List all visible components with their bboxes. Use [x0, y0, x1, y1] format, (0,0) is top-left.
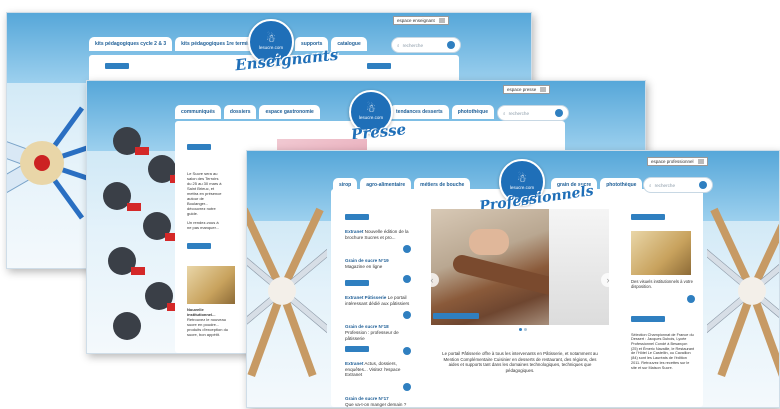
space-dropdown[interactable]: espace enseignant — [393, 16, 449, 25]
news-item[interactable]: Extranet Actus, dossiers, enquêtes... Vi… — [345, 361, 411, 378]
search-go-icon[interactable] — [699, 181, 707, 189]
search-field[interactable]: ⌕ recherche — [391, 37, 461, 53]
tab-phototheque[interactable]: photothèque — [600, 178, 643, 192]
tab-metiers-de-bouche[interactable]: métiers de bouche — [414, 178, 471, 192]
utensils-decoration-right — [707, 207, 779, 377]
section-marker — [187, 144, 211, 150]
chef-coat — [549, 209, 609, 325]
arrow-right-icon[interactable] — [403, 274, 411, 283]
section-marker — [631, 214, 665, 220]
person-icon: ☃ — [517, 173, 527, 185]
search-icon: ⌕ — [397, 42, 400, 48]
screenshot-professionnels: sirop agro-alimentaire métiers de bouche… — [246, 150, 780, 408]
chevron-down-icon — [438, 18, 445, 23]
news-snippet: Le Sucre sera au salon des Terroirs du 2… — [187, 171, 222, 216]
section-marker — [187, 243, 211, 249]
section-marker — [345, 346, 369, 352]
carousel-dot-active[interactable] — [519, 328, 522, 331]
news-item[interactable]: Grain de sucre N°19 Magazine en ligne — [345, 258, 411, 269]
tab-espace-gastronomie[interactable]: espace gastronomie — [259, 105, 320, 119]
tab-agro-alimentaire[interactable]: agro-alimentaire — [360, 178, 412, 192]
left-column: Le Sucre sera au salon des Terroirs du 2… — [187, 137, 223, 230]
news-group: Extranet Nouvelle édition de la brochure… — [345, 207, 411, 283]
search-field[interactable]: ⌕ recherche — [497, 105, 569, 121]
product-image — [187, 266, 235, 304]
product-text: Retrouvez le nouveau sucre en poudre... … — [187, 317, 229, 337]
news-item[interactable]: Extranet Pâtisserie Le portail intéressa… — [345, 295, 411, 306]
search-field[interactable]: ⌕ recherche — [643, 177, 713, 193]
intro-text: Le portail Pâtisserie offre à tous les i… — [442, 351, 598, 373]
person-icon: ☃ — [266, 33, 276, 45]
section-marker — [105, 63, 129, 69]
carousel-next-button[interactable]: › — [601, 273, 615, 287]
section-marker — [631, 315, 665, 322]
tab-phototheque[interactable]: photothèque — [451, 105, 494, 119]
arrow-right-icon[interactable] — [403, 383, 411, 392]
arrow-right-icon[interactable] — [687, 294, 695, 303]
news-more: Un rendez-vous à ne pas manquer... — [187, 220, 220, 230]
utensils-decoration-left — [247, 207, 327, 377]
section-marker — [345, 214, 369, 220]
news-group: Extranet Actus, dossiers, enquêtes... Vi… — [345, 339, 411, 407]
carousel-dot[interactable] — [524, 328, 527, 331]
section-marker — [345, 280, 369, 286]
carousel-indicators — [519, 328, 527, 331]
person-icon: ☃ — [366, 103, 376, 115]
section-marker — [367, 63, 391, 69]
carousel-photo — [431, 209, 609, 325]
product-card: Nouvelle institutionnel... Retrouvez le … — [187, 236, 235, 337]
search-icon: ⌕ — [649, 182, 652, 188]
space-dropdown[interactable]: espace professionnel — [647, 157, 708, 166]
search-icon: ⌕ — [503, 110, 506, 116]
search-placeholder: recherche — [402, 42, 424, 48]
search-placeholder: recherche — [654, 182, 676, 188]
right-news-text: Sélection Championnat de France du Desse… — [631, 332, 695, 370]
tab-dossiers[interactable]: dossiers — [223, 105, 257, 119]
search-go-icon[interactable] — [555, 109, 563, 117]
tab-communiques[interactable]: communiqués — [175, 105, 221, 119]
product-image — [631, 231, 691, 275]
news-item[interactable]: Grain de sucre N°17 Que va-t-on manger de… — [345, 396, 411, 407]
right-card-text: Des visuels institutionnels à votre disp… — [631, 279, 693, 290]
tab-kits-cycle[interactable]: kits pédagogiques cycle 2 & 3 — [89, 37, 173, 51]
search-placeholder: recherche — [508, 110, 530, 116]
chevron-down-icon — [697, 159, 704, 164]
news-item[interactable]: Extranet Nouvelle édition de la brochure… — [345, 229, 411, 240]
tab-sirop[interactable]: sirop — [333, 178, 358, 192]
arrow-right-icon[interactable] — [403, 346, 411, 355]
tab-tendances-desserts[interactable]: tendances desserts — [390, 105, 449, 119]
chef-hand — [469, 229, 509, 255]
carousel-prev-button[interactable]: ‹ — [425, 273, 439, 287]
news-group: Extranet Pâtisserie Le portail intéressa… — [345, 273, 411, 355]
carousel-caption-bar — [433, 313, 479, 319]
right-column: Des visuels institutionnels à votre disp… — [631, 207, 695, 370]
search-go-icon[interactable] — [447, 41, 455, 49]
news-column: Extranet Nouvelle édition de la brochure… — [345, 207, 411, 407]
chevron-down-icon — [540, 87, 547, 92]
space-dropdown[interactable]: espace presse — [503, 85, 551, 94]
arrow-right-icon[interactable] — [403, 245, 411, 254]
product-title: Nouvelle institutionnel... — [187, 307, 216, 317]
arrow-right-icon[interactable] — [403, 311, 411, 320]
